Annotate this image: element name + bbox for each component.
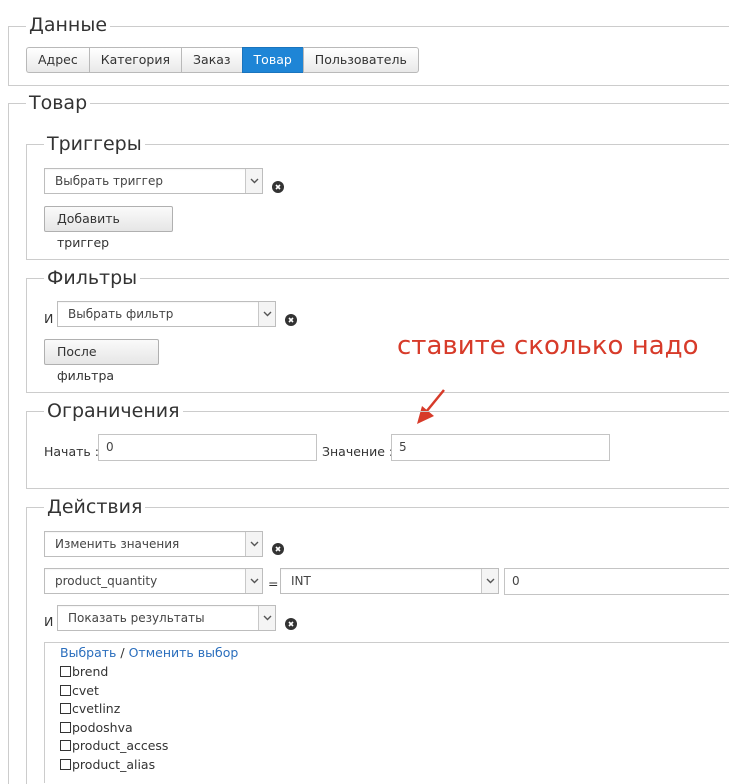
column-item[interactable]: podoshva [60, 718, 133, 736]
field-select[interactable]: product_quantity [44, 568, 263, 594]
product-legend: Товар [26, 92, 91, 114]
chevron-down-icon [258, 606, 275, 630]
checkbox[interactable] [60, 702, 71, 714]
remove-trigger-icon[interactable] [272, 181, 284, 193]
results-and-label: И [44, 614, 54, 629]
column-item[interactable]: product_alias [60, 755, 155, 773]
value-label: Значение : [322, 444, 394, 459]
start-input[interactable]: 0 [98, 434, 317, 461]
results-select[interactable]: Показать результаты [57, 605, 276, 631]
chevron-down-icon [245, 169, 262, 193]
column-label: product_alias [72, 756, 156, 772]
checkbox[interactable] [60, 758, 71, 770]
value-input[interactable]: 5 [391, 434, 610, 461]
column-label: podoshva [72, 719, 133, 735]
after-filter-button[interactable]: После фильтра [44, 339, 159, 383]
field-select-value: product_quantity [55, 574, 158, 588]
tab-address[interactable]: Адрес [26, 47, 89, 73]
tab-product[interactable]: Товар [241, 47, 303, 73]
select-links: Выбрать / Отменить выбор [60, 645, 238, 660]
action-select[interactable]: Изменить значения [44, 531, 263, 557]
checkbox[interactable] [60, 721, 71, 733]
column-item[interactable]: product_access [60, 736, 168, 754]
trigger-select[interactable]: Выбрать триггер [44, 168, 263, 194]
annotation-text: ставите сколько надо [397, 331, 699, 361]
chevron-down-icon [481, 569, 498, 593]
chevron-down-icon [245, 569, 262, 593]
tab-category[interactable]: Категория [88, 47, 182, 73]
type-select[interactable]: INT [280, 568, 499, 594]
column-item[interactable]: cvetlinz [60, 699, 120, 717]
remove-filter-icon[interactable] [285, 314, 297, 326]
chevron-down-icon [245, 532, 262, 556]
filter-and-label: И [44, 311, 54, 326]
limits-legend: Ограничения [44, 400, 183, 422]
type-select-value: INT [291, 574, 311, 588]
action-value-input[interactable]: 0 [504, 568, 729, 595]
column-label: product_access [72, 737, 169, 753]
filter-select-value: Выбрать фильтр [68, 307, 174, 321]
column-item[interactable]: cvet [60, 681, 99, 699]
data-legend: Данные [26, 14, 111, 36]
checkbox[interactable] [60, 684, 71, 696]
trigger-select-value: Выбрать триггер [55, 174, 163, 188]
remove-action-icon[interactable] [272, 543, 284, 555]
link-separator: / [120, 645, 125, 660]
checkbox[interactable] [60, 739, 71, 751]
checkbox[interactable] [60, 665, 71, 677]
tab-order[interactable]: Заказ [181, 47, 242, 73]
results-select-value: Показать результаты [68, 611, 205, 625]
add-trigger-button[interactable]: Добавить триггер [44, 206, 173, 250]
deselect-all-link[interactable]: Отменить выбор [129, 645, 239, 660]
column-label: brend [72, 663, 109, 679]
tab-user[interactable]: Пользователь [302, 47, 419, 73]
action-select-value: Изменить значения [55, 537, 180, 551]
select-all-link[interactable]: Выбрать [60, 645, 116, 660]
start-label: Начать : [44, 444, 99, 459]
column-label: cvetlinz [72, 700, 121, 716]
filter-select[interactable]: Выбрать фильтр [57, 301, 276, 327]
column-item[interactable]: brend [60, 662, 108, 680]
actions-legend: Действия [44, 496, 146, 518]
triggers-legend: Триггеры [44, 133, 145, 155]
chevron-down-icon [258, 302, 275, 326]
data-tabs: Адрес Категория Заказ Товар Пользователь [26, 47, 419, 73]
equals-sign: = [268, 576, 279, 591]
filters-legend: Фильтры [44, 267, 141, 289]
remove-results-icon[interactable] [285, 618, 297, 630]
triggers-fieldset [26, 144, 729, 260]
column-label: cvet [72, 682, 99, 698]
